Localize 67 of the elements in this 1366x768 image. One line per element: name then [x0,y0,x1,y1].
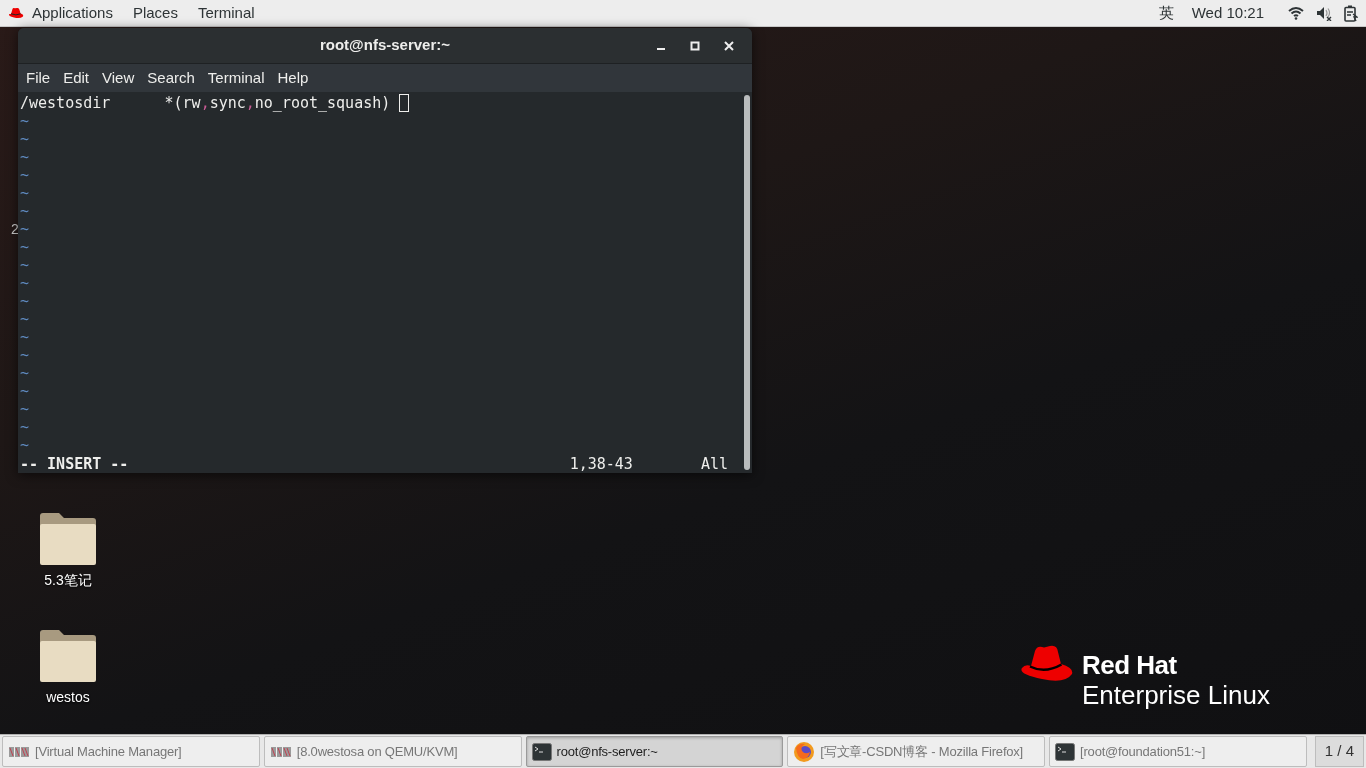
tilde-marker: ~ [20,292,30,310]
tilde-marker: ~ [20,238,30,256]
menu-item[interactable]: Search [142,66,200,90]
code-text: no_root_squash) [254,94,391,112]
taskbar-button[interactable]: [root@foundation51:~] [1049,736,1307,767]
volume-muted-icon[interactable] [1316,5,1332,21]
tilde-marker: ~ [20,328,30,346]
tilde-marker: ~ [20,166,30,184]
monitor-stack-icon [269,744,292,759]
menu-item[interactable]: Terminal [202,66,270,90]
code-text: sync [209,94,246,112]
minimize-icon [657,47,665,50]
tilde-marker: ~ [20,310,30,328]
top-menu[interactable]: Places [132,1,178,25]
mode-indicator: -- INSERT -- [20,455,129,473]
tilde-marker: ~ [20,220,30,238]
tilde-marker: ~ [20,382,30,400]
tilde-marker: ~ [20,274,30,292]
cursor-position: 1,38-43 [569,455,633,473]
tilde-marker: ~ [20,130,30,148]
maximize-icon [690,40,700,51]
tilde-marker: ~ [20,112,30,130]
cursor [399,94,410,112]
logo-subtitle: Enterprise Linux [1082,682,1270,708]
background-text: 2 [11,220,19,239]
taskbar-button[interactable]: [Virtual Machine Manager] [2,736,260,767]
tilde-marker: ~ [20,436,30,454]
tilde-marker: ~ [20,400,30,418]
workspace-switcher[interactable]: 1 / 4 [1314,736,1364,767]
top-menu[interactable]: Applications [32,1,113,25]
folder-icon [39,629,97,683]
tilde-marker: ~ [20,346,30,364]
terminal-icon [1055,742,1076,761]
menu-item[interactable]: Help [272,66,314,90]
tilde-marker: ~ [20,148,30,166]
menu-item[interactable]: File [21,66,56,90]
hat-icon [1020,644,1074,684]
tilde-marker: ~ [20,418,30,436]
top-menu[interactable]: Terminal [197,1,255,25]
code-text: , [245,94,255,112]
scrollbar-thumb[interactable] [744,95,750,470]
browser-icon [793,740,816,763]
monitor-stack-icon [8,744,30,759]
taskbar-button[interactable]: [写文章-CSDN博客 - Mozilla Firefox] [787,736,1046,767]
wifi-icon[interactable] [1288,6,1304,20]
code-text: , [200,94,210,112]
terminal-icon [531,742,552,761]
menu-item[interactable]: Edit [58,66,95,90]
menu-item[interactable]: View [97,66,140,90]
desktop-icon-label[interactable]: westos [46,687,90,708]
taskbar-button[interactable]: [8.0westosa on QEMU/KVM] [263,736,522,767]
logo-title: Red Hat [1082,652,1178,678]
desktop-icon-label[interactable]: 5.3笔记 [44,570,92,591]
clock[interactable]: Wed 10:21 [1191,1,1264,25]
scroll-position: All [700,455,728,473]
tilde-marker: ~ [20,256,30,274]
taskbar-button[interactable]: root@nfs-server:~ [525,736,784,767]
battery-icon[interactable] [1344,4,1358,22]
tilde-marker: ~ [20,364,30,382]
window-title: root@nfs-server:~ [318,35,452,56]
code-text: /westosdir *(rw [20,94,201,112]
input-method-indicator[interactable]: 英 [1158,1,1174,25]
tilde-marker: ~ [20,202,30,220]
folder-icon [39,512,97,566]
tilde-marker: ~ [20,184,30,202]
close-icon [724,40,734,51]
hat-icon [8,7,24,19]
